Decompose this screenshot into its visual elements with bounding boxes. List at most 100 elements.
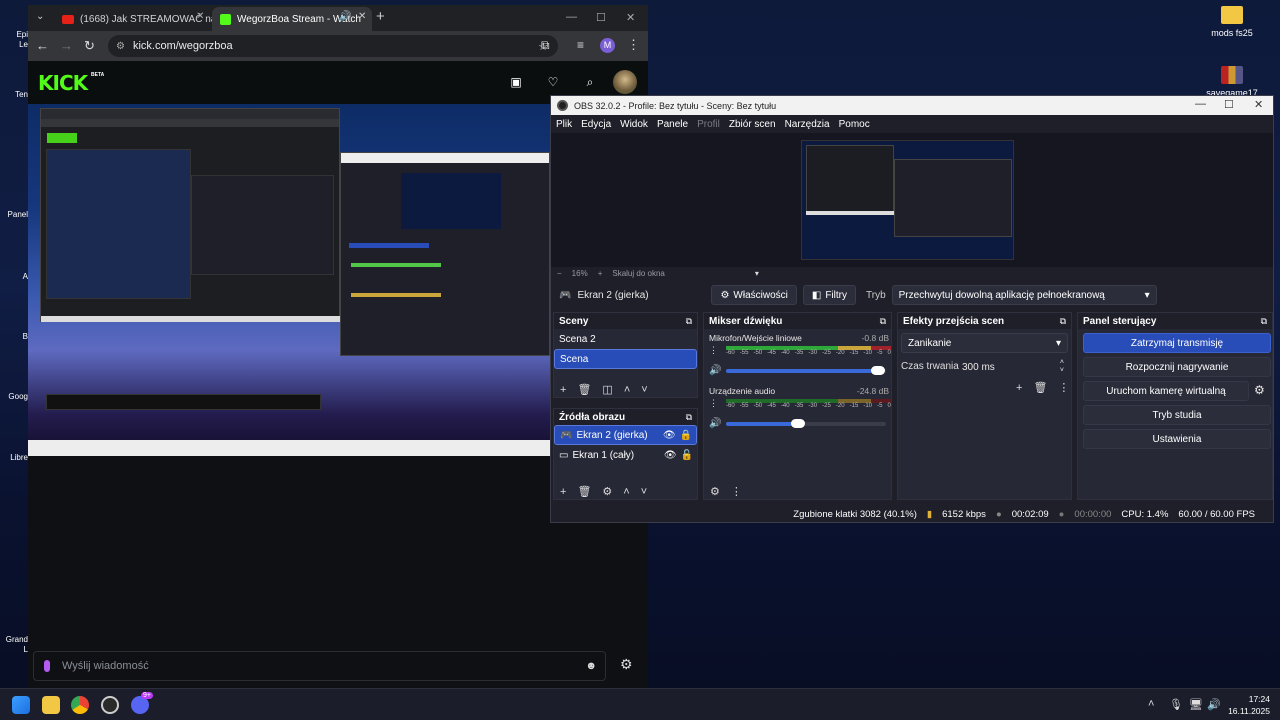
- undock-icon[interactable]: ⧉: [1261, 316, 1267, 327]
- address-bar[interactable]: ⚙ kick.com/wegorzboa ☆: [108, 35, 558, 57]
- desktop-left-label[interactable]: A: [0, 272, 28, 281]
- close-icon[interactable]: ✕: [626, 11, 635, 24]
- close-icon[interactable]: ✕: [1254, 98, 1263, 111]
- minimize-icon[interactable]: —: [566, 11, 577, 23]
- speaker-icon[interactable]: 🔊: [709, 365, 721, 376]
- volume-icon[interactable]: 🔊: [1207, 698, 1221, 711]
- scene-item[interactable]: Scena 2: [554, 329, 697, 349]
- minimize-icon[interactable]: —: [1195, 98, 1206, 110]
- channel-menu-icon[interactable]: ⋮: [709, 398, 718, 409]
- channel-menu-icon[interactable]: ⋮: [709, 345, 718, 356]
- zoom-out-icon[interactable]: −: [557, 269, 562, 278]
- desktop-left-label[interactable]: Epi: [0, 30, 28, 39]
- media-control-icon[interactable]: ≡: [577, 38, 584, 52]
- transition-select[interactable]: Zanikanie ▾: [901, 333, 1068, 353]
- transition-menu-icon[interactable]: ⋮: [1058, 381, 1069, 394]
- close-tab-icon[interactable]: ✕: [358, 11, 366, 22]
- maximize-icon[interactable]: ☐: [1224, 98, 1234, 111]
- move-up-icon[interactable]: ˄: [624, 384, 630, 396]
- new-tab-button[interactable]: +: [376, 8, 385, 25]
- clips-icon[interactable]: ▣: [509, 75, 523, 89]
- show-hidden-icons-chevron-icon[interactable]: ˄: [1148, 698, 1154, 710]
- volume-slider[interactable]: [726, 419, 886, 428]
- desktop-left-label[interactable]: Le: [0, 40, 28, 49]
- properties-button[interactable]: ⚙ Właściwości: [711, 285, 797, 305]
- menu-kebab-icon[interactable]: ⋮: [627, 37, 640, 53]
- move-down-icon[interactable]: ˅: [641, 384, 647, 396]
- zoom-in-icon[interactable]: +: [598, 269, 603, 278]
- move-up-icon[interactable]: ˄: [623, 486, 629, 498]
- preview-canvas[interactable]: [551, 133, 1273, 267]
- source-item-selected[interactable]: 🎮 Ekran 2 (gierka) 👁 🔒: [554, 425, 697, 445]
- menu-help[interactable]: Pomoc: [839, 119, 870, 130]
- desktop-left-label[interactable]: L: [0, 645, 28, 654]
- desktop-left-label[interactable]: B: [0, 332, 28, 341]
- back-icon[interactable]: ←: [36, 38, 49, 53]
- visibility-eye-icon[interactable]: 👁: [663, 430, 676, 441]
- stop-streaming-button[interactable]: Zatrzymaj transmisję: [1083, 333, 1271, 353]
- profile-avatar[interactable]: M: [600, 38, 615, 53]
- tab-search-icon[interactable]: ⌄: [36, 11, 44, 22]
- settings-button[interactable]: Ustawienia: [1083, 429, 1271, 449]
- mixer-menu-icon[interactable]: ⋮: [731, 485, 742, 498]
- reload-icon[interactable]: ↻: [84, 38, 95, 54]
- close-tab-icon[interactable]: ✕: [196, 11, 204, 22]
- add-icon[interactable]: +: [560, 486, 566, 498]
- forward-icon[interactable]: →: [60, 38, 73, 53]
- menu-edit[interactable]: Edycja: [581, 119, 611, 130]
- clock[interactable]: 17:24 16.11.2025: [1228, 693, 1270, 717]
- lock-icon[interactable]: 🔒: [680, 430, 692, 441]
- avatar[interactable]: [613, 70, 637, 94]
- menu-profile[interactable]: Profil: [697, 119, 720, 130]
- undock-icon[interactable]: ⧉: [686, 316, 692, 327]
- source-item[interactable]: ▭ Ekran 1 (cały) 👁 🔓: [554, 445, 697, 465]
- scene-item-selected[interactable]: Scena: [554, 349, 697, 369]
- desktop-icon-mods-fs25[interactable]: mods fs25: [1202, 6, 1262, 38]
- capture-mode-select[interactable]: Przechwytuj dowolną aplikację pełnoekran…: [891, 285, 1157, 305]
- trash-icon[interactable]: 🗑: [577, 485, 591, 498]
- zoom-dropdown-icon[interactable]: ▾: [755, 269, 759, 278]
- start-windows-icon[interactable]: [12, 696, 30, 714]
- menu-scene-collection[interactable]: Zbiór scen: [729, 119, 776, 130]
- volume-slider[interactable]: [726, 366, 886, 375]
- menu-tools[interactable]: Narzędzia: [785, 119, 830, 130]
- filters-button[interactable]: ◧ Filtry: [802, 285, 856, 305]
- studio-mode-button[interactable]: Tryb studia: [1083, 405, 1271, 425]
- gear-icon[interactable]: ⚙: [602, 485, 612, 498]
- emoji-icon[interactable]: ☻: [585, 660, 597, 672]
- trash-icon[interactable]: 🗑: [1033, 381, 1047, 394]
- chat-settings-gear-icon[interactable]: ⚙: [620, 656, 633, 673]
- maximize-icon[interactable]: ☐: [596, 11, 606, 24]
- desktop-left-label[interactable]: Libre: [0, 453, 28, 462]
- add-icon[interactable]: +: [1016, 382, 1022, 394]
- chrome-icon[interactable]: [71, 696, 89, 714]
- microphone-icon[interactable]: 🎙: [1169, 698, 1183, 711]
- visibility-eye-icon[interactable]: 👁: [664, 450, 677, 461]
- menu-view[interactable]: Widok: [620, 119, 648, 130]
- menu-docks[interactable]: Panele: [657, 119, 688, 130]
- scene-filters-icon[interactable]: ◫: [602, 383, 612, 396]
- network-icon[interactable]: 🖥: [1189, 698, 1203, 711]
- following-heart-icon[interactable]: ♡: [546, 75, 560, 89]
- chat-input[interactable]: Wyślij wiadomość ☻: [33, 651, 606, 681]
- desktop-icon-savegame[interactable]: savegame17: [1202, 66, 1262, 98]
- desktop-left-label[interactable]: Panel: [0, 210, 28, 219]
- lock-icon[interactable]: 🔓: [681, 450, 693, 461]
- desktop-left-label[interactable]: Grand: [0, 635, 28, 644]
- duration-spinbox[interactable]: 300 ms ˄ ˅: [958, 357, 1068, 377]
- speaker-icon[interactable]: 🔊: [709, 418, 721, 429]
- advanced-audio-icon[interactable]: ⚙: [710, 485, 720, 498]
- search-icon[interactable]: ⌕: [583, 75, 597, 89]
- extensions-icon[interactable]: ⧉: [541, 38, 550, 53]
- tab-youtube[interactable]: (1668) Jak STREAMOWAĆ na Ki: [54, 7, 212, 31]
- audio-icon[interactable]: 🔊: [339, 11, 351, 22]
- menu-file[interactable]: Plik: [556, 119, 572, 130]
- start-virtual-camera-button[interactable]: Uruchom kamerę wirtualną: [1083, 381, 1249, 401]
- undock-icon[interactable]: ⧉: [1060, 316, 1066, 327]
- start-recording-button[interactable]: Rozpocznij nagrywanie: [1083, 357, 1271, 377]
- move-down-icon[interactable]: ˅: [641, 486, 647, 498]
- site-info-icon[interactable]: ⚙: [116, 41, 125, 52]
- add-icon[interactable]: +: [560, 384, 566, 396]
- desktop-left-label[interactable]: Goog: [0, 392, 28, 401]
- undock-icon[interactable]: ⧉: [880, 316, 886, 327]
